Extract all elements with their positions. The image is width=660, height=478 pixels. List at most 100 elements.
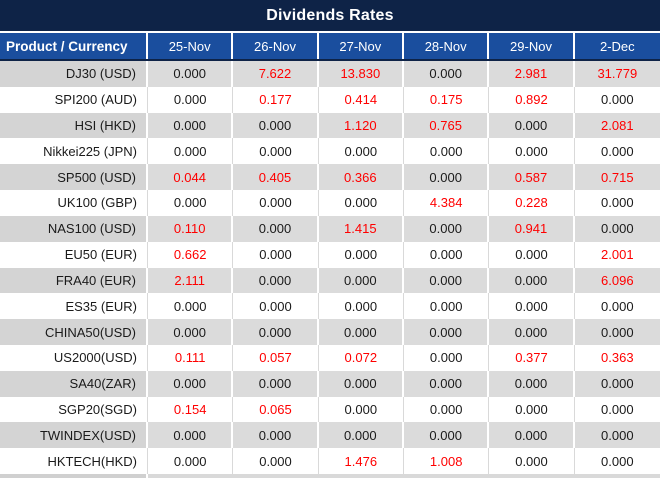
col-header-date: 28-Nov bbox=[404, 33, 489, 59]
dividend-value-cell: 0.000 bbox=[319, 242, 404, 268]
table-row: UK100 (GBP)0.0000.0000.0004.3840.2280.00… bbox=[0, 190, 660, 216]
table-row: US2000(USD)0.1110.0570.0720.0000.3770.36… bbox=[0, 345, 660, 371]
dividend-value-cell: 7.622 bbox=[233, 61, 318, 87]
dividend-value-cell: 0.765 bbox=[404, 113, 489, 139]
dividend-value-cell: 0.000 bbox=[233, 371, 318, 397]
dividend-value-cell: 0.000 bbox=[575, 397, 660, 423]
dividend-value-cell: 0.000 bbox=[233, 113, 318, 139]
dividend-value-cell: 0.000 bbox=[319, 397, 404, 423]
dividend-value-cell: 0.065 bbox=[233, 397, 318, 423]
product-cell: Nikkei225 (JPN) bbox=[0, 138, 148, 164]
dividend-value-cell: 6.096 bbox=[575, 268, 660, 294]
dividend-value-cell: 0.154 bbox=[148, 397, 233, 423]
table-row: CHINA50(USD)0.0000.0000.0000.0000.0000.0… bbox=[0, 319, 660, 345]
dividend-value-cell: 2.001 bbox=[575, 242, 660, 268]
dividend-value-cell: 0.044 bbox=[148, 164, 233, 190]
dividend-value-cell: 0.000 bbox=[404, 319, 489, 345]
dividend-value-cell: 1.008 bbox=[404, 448, 489, 474]
product-cell: SGP20(SGD) bbox=[0, 397, 148, 423]
table-row: SP500 (USD)0.0440.4050.3660.0000.5870.71… bbox=[0, 164, 660, 190]
header-row: Product / Currency 25-Nov26-Nov27-Nov28-… bbox=[0, 33, 660, 61]
dividend-value-cell: 0.000 bbox=[575, 448, 660, 474]
product-cell: HSI (HKD) bbox=[0, 113, 148, 139]
dividend-value-cell: 1.415 bbox=[319, 216, 404, 242]
dividend-value-cell: 0.000 bbox=[233, 242, 318, 268]
dividend-value-cell: 0.000 bbox=[233, 216, 318, 242]
dividend-value-cell: 0.228 bbox=[489, 190, 574, 216]
dividend-value-cell: 2.081 bbox=[575, 113, 660, 139]
dividend-value-cell: 2.111 bbox=[148, 268, 233, 294]
dividend-value-cell: 0.405 bbox=[233, 164, 318, 190]
dividend-value-cell: 0.000 bbox=[404, 242, 489, 268]
dividend-value-cell: 0.000 bbox=[575, 371, 660, 397]
col-header-date: 26-Nov bbox=[233, 33, 318, 59]
dividend-value-cell: 0.000 bbox=[148, 293, 233, 319]
dividend-value-cell: 0.000 bbox=[404, 293, 489, 319]
table-row: SA40(ZAR)0.0000.0000.0000.0000.0000.000 bbox=[0, 371, 660, 397]
bottom-edge-sliver bbox=[0, 474, 660, 478]
dividend-value-cell: 0.000 bbox=[489, 397, 574, 423]
dividend-value-cell: 0.000 bbox=[148, 138, 233, 164]
dividend-value-cell: 0.000 bbox=[233, 293, 318, 319]
dividend-value-cell: 0.000 bbox=[148, 448, 233, 474]
dividend-value-cell: 0.000 bbox=[489, 448, 574, 474]
dividend-value-cell: 0.000 bbox=[489, 138, 574, 164]
col-header-date: 25-Nov bbox=[148, 33, 233, 59]
dividend-value-cell: 0.000 bbox=[319, 293, 404, 319]
table-row: HKTECH(HKD)0.0000.0001.4761.0080.0000.00… bbox=[0, 448, 660, 474]
table-row: HSI (HKD)0.0000.0001.1200.7650.0002.081 bbox=[0, 113, 660, 139]
dividend-value-cell: 13.830 bbox=[319, 61, 404, 87]
product-cell: HKTECH(HKD) bbox=[0, 448, 148, 474]
product-cell: SP500 (USD) bbox=[0, 164, 148, 190]
dividend-value-cell: 0.941 bbox=[489, 216, 574, 242]
dividend-value-cell: 0.000 bbox=[489, 268, 574, 294]
table-row: DJ30 (USD)0.0007.62213.8300.0002.98131.7… bbox=[0, 61, 660, 87]
dividend-value-cell: 0.000 bbox=[233, 448, 318, 474]
dividend-value-cell: 0.000 bbox=[489, 319, 574, 345]
col-header-date: 29-Nov bbox=[489, 33, 574, 59]
dividend-value-cell: 0.000 bbox=[319, 268, 404, 294]
dividend-value-cell: 0.175 bbox=[404, 87, 489, 113]
dividend-value-cell: 0.000 bbox=[148, 190, 233, 216]
product-cell: TWINDEX(USD) bbox=[0, 422, 148, 448]
dividend-value-cell: 0.000 bbox=[233, 319, 318, 345]
dividend-value-cell: 0.000 bbox=[148, 319, 233, 345]
dividend-value-cell: 0.000 bbox=[148, 61, 233, 87]
dividend-value-cell: 0.057 bbox=[233, 345, 318, 371]
table-row: NAS100 (USD)0.1100.0001.4150.0000.9410.0… bbox=[0, 216, 660, 242]
dividend-value-cell: 0.000 bbox=[489, 293, 574, 319]
dividend-value-cell: 0.000 bbox=[233, 138, 318, 164]
dividend-value-cell: 0.000 bbox=[233, 268, 318, 294]
dividend-value-cell: 0.892 bbox=[489, 87, 574, 113]
dividend-value-cell: 0.000 bbox=[404, 61, 489, 87]
dividend-value-cell: 0.414 bbox=[319, 87, 404, 113]
dividend-value-cell: 1.120 bbox=[319, 113, 404, 139]
dividend-value-cell: 0.377 bbox=[489, 345, 574, 371]
dividend-value-cell: 0.000 bbox=[319, 138, 404, 164]
table-row: Nikkei225 (JPN)0.0000.0000.0000.0000.000… bbox=[0, 138, 660, 164]
table-row: ES35 (EUR)0.0000.0000.0000.0000.0000.000 bbox=[0, 293, 660, 319]
dividend-value-cell: 0.000 bbox=[489, 371, 574, 397]
bottom-sliver-data-cols bbox=[148, 474, 660, 478]
table-body: DJ30 (USD)0.0007.62213.8300.0002.98131.7… bbox=[0, 61, 660, 474]
dividend-value-cell: 4.384 bbox=[404, 190, 489, 216]
col-header-date: 2-Dec bbox=[575, 33, 660, 59]
dividend-value-cell: 0.177 bbox=[233, 87, 318, 113]
dividend-value-cell: 0.000 bbox=[404, 138, 489, 164]
dividend-value-cell: 0.000 bbox=[404, 164, 489, 190]
product-cell: US2000(USD) bbox=[0, 345, 148, 371]
product-cell: SPI200 (AUD) bbox=[0, 87, 148, 113]
col-header-product-currency: Product / Currency bbox=[0, 33, 148, 59]
dividend-value-cell: 0.000 bbox=[575, 319, 660, 345]
dividend-value-cell: 0.662 bbox=[148, 242, 233, 268]
dividend-value-cell: 0.000 bbox=[489, 242, 574, 268]
dividend-value-cell: 0.000 bbox=[319, 319, 404, 345]
dividend-value-cell: 0.000 bbox=[404, 345, 489, 371]
dividend-value-cell: 2.981 bbox=[489, 61, 574, 87]
dividend-value-cell: 0.000 bbox=[575, 293, 660, 319]
dividend-value-cell: 0.000 bbox=[404, 422, 489, 448]
dividend-value-cell: 0.000 bbox=[319, 422, 404, 448]
dividend-value-cell: 0.000 bbox=[575, 422, 660, 448]
table-row: EU50 (EUR)0.6620.0000.0000.0000.0002.001 bbox=[0, 242, 660, 268]
dividend-value-cell: 31.779 bbox=[575, 61, 660, 87]
